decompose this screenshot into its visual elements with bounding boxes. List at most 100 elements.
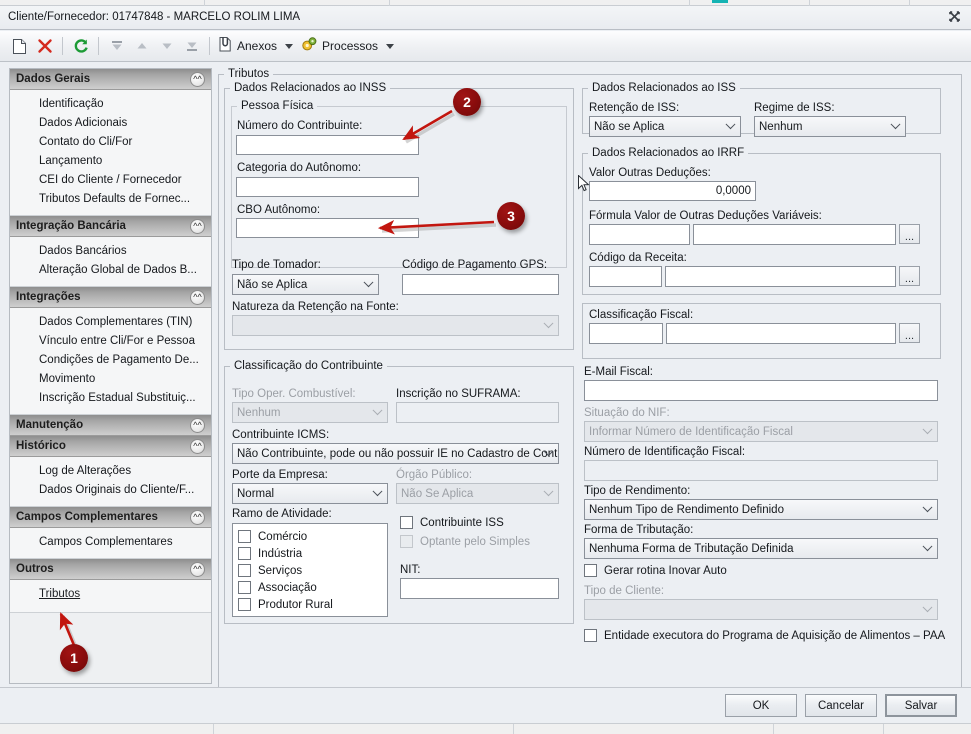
group-irrf-legend: Dados Relacionados ao IRRF [592,147,745,159]
tipo-rendimento-select[interactable]: Nenhum Tipo de Rendimento Definido [584,499,938,520]
sidebar-item-movimento[interactable]: Movimento [10,370,211,389]
contribuinte-iss-checkbox-row[interactable]: Contribuinte ISS [400,516,504,529]
sidebar-item-campos-complementares[interactable]: Campos Complementares [10,533,211,552]
sidebar-item-vinculo-clifor-pessoa[interactable]: Vínculo entre Cli/For e Pessoa [10,332,211,351]
chevron-up-icon[interactable]: ^^ [190,289,205,305]
chevron-up-icon[interactable]: ^^ [190,71,205,87]
sidebar-item-dados-originais-cliente[interactable]: Dados Originais do Cliente/F... [10,481,211,500]
sidebar-item-tributos[interactable]: Tributos [10,585,211,604]
valor-outras-deducoes-input[interactable] [589,181,756,201]
orgao-publico-select[interactable]: Não Se Aplica [396,483,559,504]
codigo-receita-browse-button[interactable]: ... [899,266,920,286]
cbo-autonomo-input[interactable] [236,218,419,238]
suframa-input[interactable] [396,402,559,423]
sidebar-section-historico[interactable]: Histórico ^^ [10,436,211,457]
tipo-oper-combustivel-select[interactable]: Nenhum [232,402,388,423]
nit-input[interactable] [400,578,559,599]
refresh-icon[interactable] [68,34,93,58]
chevron-up-icon[interactable]: ^^ [190,509,205,525]
sidebar-section-dados-gerais[interactable]: Dados Gerais ^^ [10,69,211,90]
sidebar-item-lancamento[interactable]: Lançamento [10,152,211,171]
tipo-tomador-select[interactable]: Não se Aplica [232,274,379,295]
previous-record-icon[interactable] [129,34,154,58]
list-item[interactable]: Serviços [238,562,387,579]
sidebar-item-dados-adicionais[interactable]: Dados Adicionais [10,114,211,133]
sidebar-item-condicoes-pagamento[interactable]: Condições de Pagamento De... [10,351,211,370]
checkbox-icon[interactable] [238,564,251,577]
delete-x-icon[interactable] [32,34,57,58]
tipo-cliente-select[interactable] [584,599,938,620]
entidade-paa-checkbox-row[interactable]: Entidade executora do Programa de Aquisi… [584,629,945,642]
classificacao-fiscal-code-input[interactable] [589,323,663,344]
processes-button[interactable]: Processos [299,34,400,58]
attachments-button[interactable]: Anexos [215,34,299,58]
sidebar-item-alteracao-global-dados[interactable]: Alteração Global de Dados B... [10,261,211,280]
list-item[interactable]: Associação [238,579,387,596]
codigo-receita-code-input[interactable] [589,266,662,287]
sidebar-item-tributos-defaults[interactable]: Tributos Defaults de Fornec... [10,190,211,209]
chevron-down-icon[interactable] [386,43,395,49]
natureza-retencao-select[interactable] [232,315,559,336]
categoria-autonomo-input[interactable] [236,177,419,197]
ok-button[interactable]: OK [725,694,797,717]
list-item[interactable]: Comércio [238,528,387,545]
checkbox-icon[interactable] [238,598,251,611]
codigo-gps-input[interactable] [402,274,559,295]
numero-nif-input[interactable] [584,460,938,481]
last-record-icon[interactable] [179,34,204,58]
processes-label: Processos [322,39,379,53]
ramo-atividade-listbox[interactable]: Comércio Indústria Serviços Associação P… [232,523,388,617]
sidebar-item-dados-bancarios[interactable]: Dados Bancários [10,242,211,261]
classificacao-fiscal-browse-button[interactable]: ... [899,323,920,343]
sidebar-item-dados-complementares-tin[interactable]: Dados Complementares (TIN) [10,313,211,332]
regime-iss-select[interactable]: Nenhum [754,116,906,137]
sidebar-section-campos-complementares[interactable]: Campos Complementares ^^ [10,507,211,528]
codigo-receita-desc-input[interactable] [665,266,896,287]
annotation-marker-3: 3 [497,202,525,230]
formula-outras-deducoes-desc-input[interactable] [693,224,896,245]
checkbox-icon[interactable] [400,516,413,529]
first-record-icon[interactable] [104,34,129,58]
retencao-iss-select[interactable]: Não se Aplica [589,116,741,137]
optante-simples-checkbox-row[interactable]: Optante pelo Simples [400,535,530,548]
chevron-up-icon[interactable]: ^^ [190,218,205,234]
sidebar-section-manutencao[interactable]: Manutenção ^^ [10,415,211,436]
sidebar-item-identificacao[interactable]: Identificação [10,95,211,114]
save-button[interactable]: Salvar [885,694,957,717]
list-item[interactable]: Produtor Rural [238,596,387,613]
next-record-icon[interactable] [154,34,179,58]
chevron-down-icon[interactable] [285,43,294,49]
sidebar-section-integracao-bancaria[interactable]: Integração Bancária ^^ [10,216,211,237]
chevron-up-icon[interactable]: ^^ [190,438,205,454]
checkbox-icon[interactable] [238,547,251,560]
forma-tributacao-select[interactable]: Nenhuma Forma de Tributação Definida [584,538,938,559]
chevron-down-icon [890,118,901,129]
sidebar-section-integracoes[interactable]: Integrações ^^ [10,287,211,308]
sidebar-item-inscricao-estadual-substituicao[interactable]: Inscrição Estadual Substituiç... [10,389,211,408]
checkbox-icon[interactable] [238,581,251,594]
checkbox-icon[interactable] [400,535,413,548]
chevron-up-icon[interactable]: ^^ [190,417,205,433]
checkbox-icon[interactable] [584,629,597,642]
sidebar-item-contato-clifor[interactable]: Contato do Cli/For [10,133,211,152]
cancel-button[interactable]: Cancelar [805,694,877,717]
new-document-icon[interactable] [7,34,32,58]
gerar-inovar-auto-checkbox-row[interactable]: Gerar rotina Inovar Auto [584,564,727,577]
email-fiscal-input[interactable] [584,380,938,401]
formula-outras-deducoes-browse-button[interactable]: ... [899,224,920,244]
checkbox-icon[interactable] [584,564,597,577]
porte-empresa-select[interactable]: Normal [232,483,388,504]
formula-outras-deducoes-code-input[interactable] [589,224,690,245]
list-item[interactable]: Indústria [238,545,387,562]
numero-contribuinte-input[interactable] [236,135,419,155]
group-tributos-legend: Tributos [228,68,270,80]
contribuinte-icms-select[interactable]: Não Contribuinte, pode ou não possuir IE… [232,443,559,464]
chevron-up-icon[interactable]: ^^ [190,561,205,577]
sidebar-item-log-alteracoes[interactable]: Log de Alterações [10,462,211,481]
classificacao-fiscal-desc-input[interactable] [666,323,896,344]
sidebar-item-cei-cliente-fornecedor[interactable]: CEI do Cliente / Fornecedor [10,171,211,190]
close-icon[interactable] [946,10,962,26]
situacao-nif-select[interactable]: Informar Número de Identificação Fiscal [584,421,938,442]
checkbox-icon[interactable] [238,530,251,543]
sidebar-section-outros[interactable]: Outros ^^ [10,559,211,580]
